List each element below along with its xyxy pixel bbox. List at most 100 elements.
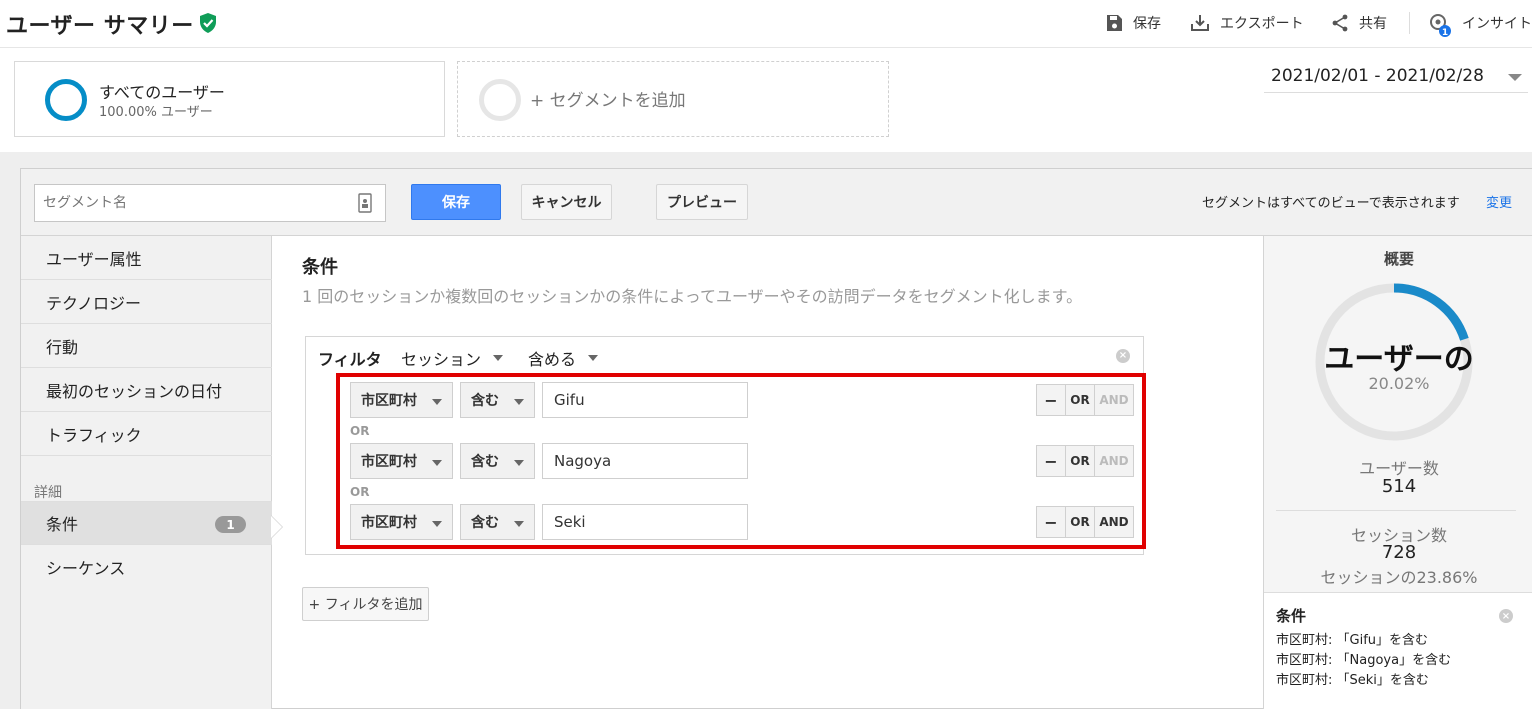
value-input[interactable]: Seki [542, 504, 748, 540]
summary-conditions: 条件 × 市区町村: 「Gifu」を含む 市区町村: 「Nagoya」を含む 市… [1264, 592, 1532, 709]
download-icon [1191, 15, 1209, 31]
segment-name-input[interactable] [34, 184, 386, 222]
or-button[interactable]: OR [1065, 506, 1095, 538]
remove-filter-icon[interactable]: × [1116, 349, 1130, 363]
save-report-label: 保存 [1133, 16, 1161, 32]
active-nav-pointer-fill [271, 516, 282, 538]
top-bar: ユーザー サマリー 保存 エクスポート 共有 1 インサイト [0, 0, 1532, 48]
insights-badge: 1 [1442, 28, 1448, 37]
chevron-down-icon[interactable] [1508, 74, 1522, 81]
summary-percent: 20.02% [1368, 374, 1430, 393]
export-label: エクスポート [1220, 16, 1304, 32]
chevron-down-icon [432, 460, 442, 466]
add-filter-button[interactable]: + フィルタを追加 [302, 587, 429, 621]
conditions-description: 1 回のセッションか複数回のセッションかの条件によってユーザーやその訪問データを… [302, 287, 1083, 306]
segment-name: すべてのユーザー [99, 83, 225, 102]
remove-condition-button[interactable]: − [1036, 384, 1066, 416]
nav-item-label: 行動 [46, 337, 79, 357]
and-button[interactable]: AND [1094, 506, 1134, 538]
save-button[interactable]: 保存 [411, 184, 501, 220]
filter-scope-dropdown[interactable]: セッション [401, 346, 504, 370]
and-button[interactable]: AND [1094, 384, 1134, 416]
chevron-down-icon [493, 355, 504, 361]
segment-card-all-users[interactable]: すべてのユーザー 100.00% ユーザー [14, 61, 445, 137]
date-range-underline [1264, 92, 1528, 93]
filter-mode-value: 含める [528, 350, 577, 369]
export-button[interactable]: エクスポート [1190, 12, 1304, 34]
cancel-button[interactable]: キャンセル [521, 184, 612, 220]
or-separator: OR [350, 485, 370, 499]
toolbar-divider [1409, 12, 1410, 34]
page-title: ユーザー サマリー [6, 14, 194, 39]
chevron-down-icon [514, 460, 524, 466]
nav-item-label: 条件 [46, 515, 79, 534]
date-range-picker[interactable]: 2021/02/01 - 2021/02/28 [1271, 66, 1484, 86]
summary-divider [1276, 510, 1516, 511]
nav-item-label: テクノロジー [46, 293, 142, 313]
operator-select[interactable]: 含む [460, 382, 535, 418]
or-button[interactable]: OR [1065, 384, 1095, 416]
nav-item-first-session-date[interactable]: 最初のセッションの日付 [21, 368, 272, 412]
chevron-down-icon [432, 521, 442, 527]
sessions-value: 728 [1381, 542, 1417, 563]
add-segment-button[interactable]: + セグメントを追加 [457, 61, 889, 137]
filter-label: フィルタ [318, 350, 382, 369]
summary-title: 概要 [1383, 250, 1414, 268]
summary-panel: 概要 ユーザーの 20.02% ユーザー数 514 セッション数 728 セッシ… [1263, 236, 1532, 709]
dimension-value: 市区町村 [361, 393, 417, 409]
value-input[interactable]: Gifu [542, 382, 748, 418]
contact-card-icon[interactable] [358, 193, 372, 213]
operator-value: 含む [471, 393, 499, 409]
sessions-percent: セッションの23.86% [1320, 568, 1478, 587]
highlight-box: 市区町村 含む Gifu − OR AND OR 市区町村 含む Nagoya … [336, 373, 1146, 549]
remove-condition-button[interactable]: − [1036, 445, 1066, 477]
users-value: 514 [1381, 476, 1417, 497]
conditions-count-badge: 1 [215, 516, 246, 533]
operator-select[interactable]: 含む [460, 443, 535, 479]
and-button[interactable]: AND [1094, 445, 1134, 477]
nav-item-demographics[interactable]: ユーザー属性 [21, 236, 272, 280]
share-label: 共有 [1359, 16, 1387, 32]
chevron-down-icon [588, 355, 599, 361]
floppy-disk-icon [1107, 15, 1122, 31]
remove-condition-button[interactable]: − [1036, 506, 1066, 538]
dimension-select[interactable]: 市区町村 [350, 443, 453, 479]
nav-item-sequences[interactable]: シーケンス [21, 545, 272, 589]
dimension-value: 市区町村 [361, 454, 417, 470]
donut-arc [1393, 283, 1469, 341]
visibility-note: セグメントはすべてのビューで表示されます [1202, 196, 1460, 211]
editor-toolbar: 保存 キャンセル プレビュー セグメントはすべてのビューで表示されます 変更 [21, 169, 1532, 236]
summary-big-label: ユーザーの [1324, 342, 1474, 377]
nav-item-traffic[interactable]: トラフィック [21, 412, 272, 456]
summary-conditions-title: 条件 [1276, 607, 1307, 625]
filter-box: フィルタ セッション 含める × 市区町村 含む Gifu − OR AND O… [305, 336, 1146, 555]
share-icon [1332, 14, 1348, 32]
nav-section-advanced: 詳細 [34, 485, 62, 501]
segment-percent: 100.00% ユーザー [99, 105, 213, 120]
condition-row: 市区町村 含む Seki − OR AND [350, 504, 1140, 542]
conditions-title: 条件 [302, 257, 338, 278]
insights-button[interactable]: 1 インサイト [1428, 12, 1532, 37]
remove-conditions-icon[interactable]: × [1499, 609, 1513, 623]
or-button[interactable]: OR [1065, 445, 1095, 477]
nav-item-behavior[interactable]: 行動 [21, 324, 272, 368]
operator-select[interactable]: 含む [460, 504, 535, 540]
empty-ring-icon [479, 79, 521, 121]
nav-item-label: 最初のセッションの日付 [46, 381, 223, 401]
nav-item-technology[interactable]: テクノロジー [21, 280, 272, 324]
dimension-select[interactable]: 市区町村 [350, 504, 453, 540]
dimension-select[interactable]: 市区町村 [350, 382, 453, 418]
chevron-down-icon [514, 521, 524, 527]
condition-row: 市区町村 含む Nagoya − OR AND [350, 443, 1140, 481]
preview-button[interactable]: プレビュー [656, 184, 748, 220]
share-button[interactable]: 共有 [1331, 12, 1387, 34]
nav-item-label: ユーザー属性 [46, 249, 142, 269]
value-input[interactable]: Nagoya [542, 443, 748, 479]
visibility-change-link[interactable]: 変更 [1486, 192, 1512, 211]
segment-ring-icon [45, 79, 87, 121]
condition-row: 市区町村 含む Gifu − OR AND [350, 382, 1140, 420]
nav-item-conditions[interactable]: 条件 1 [21, 501, 272, 545]
filter-mode-dropdown[interactable]: 含める [528, 346, 599, 370]
segment-editor: 保存 キャンセル プレビュー セグメントはすべてのビューで表示されます 変更 ユ… [20, 168, 1532, 709]
save-report-button[interactable]: 保存 [1105, 12, 1161, 34]
